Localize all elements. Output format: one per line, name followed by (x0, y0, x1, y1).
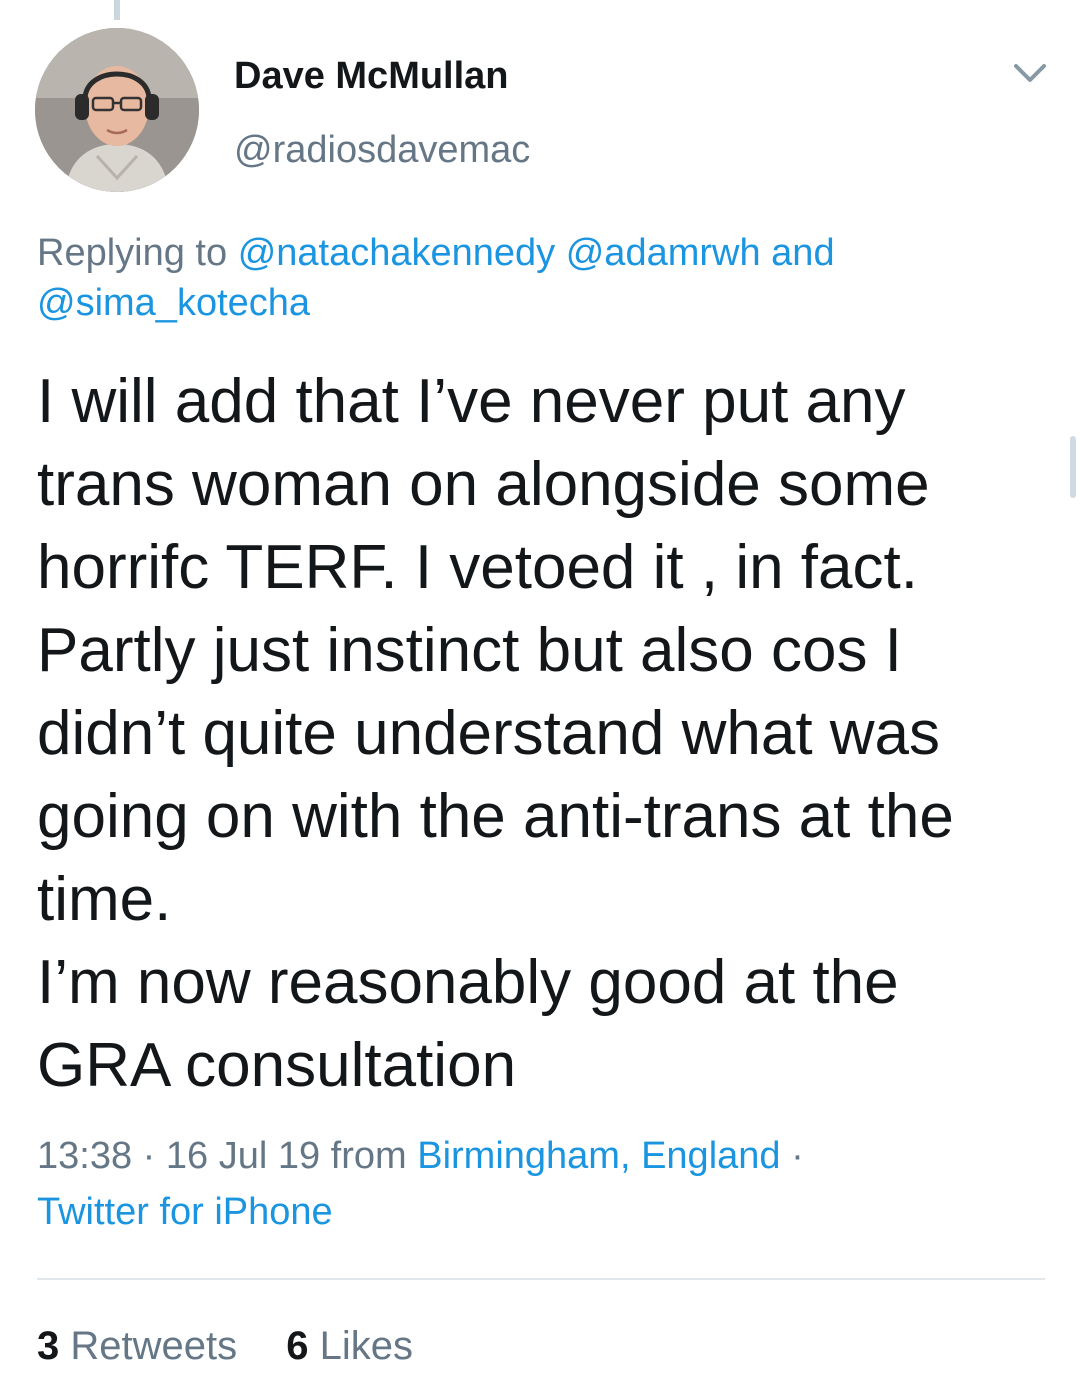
meta-separator: · (142, 1135, 156, 1177)
replying-to-label: Replying to (37, 232, 228, 274)
tweet-text: I will add that I’ve never put any trans… (37, 360, 1047, 1107)
mention-link[interactable]: @natachakennedy (238, 232, 555, 274)
tweet-text-line: didn’t quite understand what was (37, 699, 941, 768)
tweet-date[interactable]: 16 Jul 19 (166, 1135, 320, 1177)
avatar-photo-icon (35, 28, 199, 192)
tweet-text-line: trans woman on alongside some (37, 450, 930, 519)
location-link[interactable]: Birmingham, England (417, 1135, 780, 1177)
tweet-text-line: GRA consultation (37, 1031, 517, 1100)
client-link[interactable]: Twitter for iPhone (37, 1191, 333, 1233)
retweets-count: 3 (37, 1324, 60, 1368)
retweets-label: Retweets (70, 1324, 238, 1368)
tweet-text-line: going on with the anti-trans at the (37, 782, 954, 851)
author-name[interactable]: Dave McMullan (234, 54, 509, 98)
tweet-text-line: I will add that I’ve never put any (37, 367, 906, 436)
tweet-text-line: horrifc TERF. I vetoed it , in fact. (37, 533, 918, 602)
thread-connector-line (114, 0, 120, 20)
tweet-text-line: Partly just instinct but also cos I (37, 616, 902, 685)
tweet-text-line: time. (37, 865, 172, 934)
tweet-stats: 3 Retweets 6 Likes (37, 1322, 413, 1370)
retweets-stat[interactable]: 3 Retweets (37, 1324, 248, 1368)
tweet-text-line: I’m now reasonably good at the (37, 948, 899, 1017)
mention-link[interactable]: @sima_kotecha (37, 282, 310, 324)
likes-stat[interactable]: 6 Likes (286, 1324, 413, 1368)
tweet-time[interactable]: 13:38 (37, 1135, 132, 1177)
author-handle[interactable]: @radiosdavemac (234, 128, 530, 172)
likes-count: 6 (286, 1324, 309, 1368)
divider (37, 1278, 1045, 1280)
from-label: from (330, 1135, 407, 1177)
chevron-down-icon[interactable] (1006, 56, 1054, 92)
avatar[interactable] (35, 28, 199, 192)
mention-conjunction[interactable]: and (771, 232, 834, 274)
replying-to: Replying to @natachakennedy @adamrwh and… (37, 228, 1037, 328)
tweet-metadata: 13:38 · 16 Jul 19 from Birmingham, Engla… (37, 1128, 1047, 1240)
mention-link[interactable]: @adamrwh (566, 232, 761, 274)
meta-separator: · (791, 1135, 804, 1177)
likes-label: Likes (319, 1324, 414, 1368)
scrollbar-thumb[interactable] (1070, 436, 1076, 498)
